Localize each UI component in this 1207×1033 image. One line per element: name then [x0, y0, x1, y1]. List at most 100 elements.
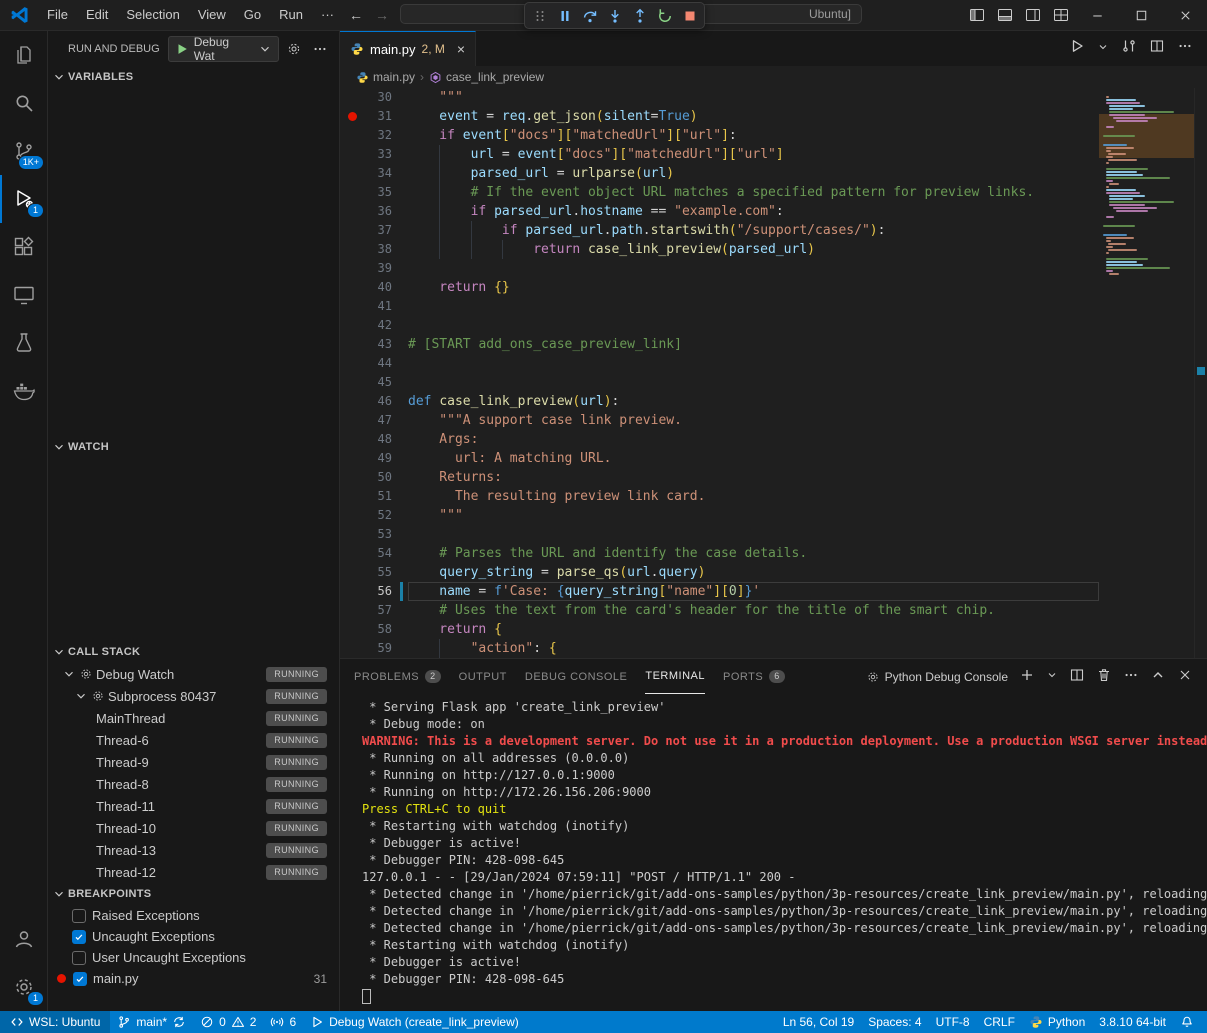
editor-gutter[interactable]: 57 — [340, 601, 408, 620]
editor-gutter[interactable]: 50 — [340, 468, 408, 487]
statusbar-notifications[interactable] — [1173, 1011, 1201, 1033]
editor-gutter[interactable]: 47 — [340, 411, 408, 430]
code-line[interactable]: 34parsed_url = urlparse(url) — [340, 164, 1099, 183]
code-editor[interactable]: 30"""31event = req.get_json(silent=True)… — [340, 88, 1207, 658]
code-line[interactable]: 58return { — [340, 620, 1099, 639]
editor-gutter[interactable]: 45 — [340, 373, 408, 392]
panel-tab-problems[interactable]: PROBLEMS2 — [354, 660, 441, 694]
code-line[interactable]: 43# [START add_ons_case_preview_link] — [340, 335, 1099, 354]
debug-launch-dropdown[interactable]: Debug Wat — [168, 36, 279, 62]
code-line[interactable]: 52""" — [340, 506, 1099, 525]
code-line[interactable]: 51 The resulting preview link card. — [340, 487, 1099, 506]
terminal-profile-dropdown[interactable] — [1046, 669, 1058, 684]
menu-file[interactable]: File — [38, 0, 77, 30]
call-stack-row[interactable]: Thread-9RUNNING — [48, 751, 339, 773]
activity-item-docker[interactable] — [0, 367, 47, 415]
code-line[interactable]: 53 — [340, 525, 1099, 544]
call-stack-row[interactable]: Thread-13RUNNING — [48, 839, 339, 861]
call-stack-row[interactable]: Thread-12RUNNING — [48, 861, 339, 883]
step-out-button[interactable] — [627, 4, 652, 27]
activity-item-source-control[interactable]: 1K+ — [0, 127, 47, 175]
statusbar-eol-sequence[interactable]: CRLF — [977, 1011, 1022, 1033]
step-into-button[interactable] — [602, 4, 627, 27]
code-line[interactable]: 57# Uses the text from the card's header… — [340, 601, 1099, 620]
more-actions-button[interactable] — [1123, 667, 1139, 686]
panel-tab-terminal[interactable]: TERMINAL — [645, 660, 705, 694]
statusbar-git-branch[interactable]: main* — [110, 1011, 193, 1033]
code-line[interactable]: 50Returns: — [340, 468, 1099, 487]
editor-gutter[interactable]: 40 — [340, 278, 408, 297]
statusbar-problems[interactable]: 02 — [193, 1011, 263, 1033]
editor-gutter[interactable]: 33 — [340, 145, 408, 164]
code-line[interactable]: 46def case_link_preview(url): — [340, 392, 1099, 411]
editor-gutter[interactable]: 53 — [340, 525, 408, 544]
code-line[interactable]: 32if event["docs"]["matchedUrl"]["url"]: — [340, 126, 1099, 145]
activity-item-remote-explorer[interactable] — [0, 271, 47, 319]
call-stack-row[interactable]: MainThreadRUNNING — [48, 707, 339, 729]
watch-body[interactable] — [48, 458, 339, 641]
code-line[interactable]: 49 url: A matching URL. — [340, 449, 1099, 468]
editor-gutter[interactable]: 58 — [340, 620, 408, 639]
code-line[interactable]: 54# Parses the URL and identify the case… — [340, 544, 1099, 563]
kill-terminal-button[interactable] — [1096, 667, 1112, 686]
minimize-button[interactable] — [1075, 0, 1119, 30]
run-dropdown[interactable] — [1097, 40, 1109, 58]
call-stack-row[interactable]: Thread-8RUNNING — [48, 773, 339, 795]
code-line[interactable]: 47"""A support case link preview. — [340, 411, 1099, 430]
editor-gutter[interactable]: 46 — [340, 392, 408, 411]
breakpoint-dot-icon[interactable] — [348, 112, 357, 121]
breakpoint-row[interactable]: Raised Exceptions — [48, 905, 339, 926]
section-watch[interactable]: WATCH — [48, 436, 339, 458]
activity-item-explorer[interactable] — [0, 31, 47, 79]
split-terminal-button[interactable] — [1069, 667, 1085, 686]
breadcrumb-item[interactable]: main.py — [356, 70, 415, 84]
code-line[interactable]: 37if parsed_url.path.startswith("/suppor… — [340, 221, 1099, 240]
breakpoint-row[interactable]: Uncaught Exceptions — [48, 926, 339, 947]
tab-main-py[interactable]: main.py 2, M × — [340, 31, 476, 66]
go-back-button[interactable]: ← — [343, 7, 369, 23]
panel-tab-debug-console[interactable]: DEBUG CONSOLE — [525, 660, 627, 694]
terminal-output[interactable]: * Serving Flask app 'create_link_preview… — [340, 694, 1207, 1011]
variables-body[interactable] — [48, 88, 339, 436]
editor-gutter[interactable]: 38 — [340, 240, 408, 259]
editor-gutter[interactable]: 31 — [340, 107, 408, 126]
breakpoint-checkbox[interactable] — [72, 951, 86, 965]
code-line[interactable]: 33url = event["docs"]["matchedUrl"]["url… — [340, 145, 1099, 164]
editor-gutter[interactable]: 35 — [340, 183, 408, 202]
editor-gutter[interactable]: 44 — [340, 354, 408, 373]
editor-gutter[interactable]: 48 — [340, 430, 408, 449]
activity-item-testing[interactable] — [0, 319, 47, 367]
code-line[interactable]: 56name = f'Case: {query_string["name"][0… — [340, 582, 1099, 601]
call-stack-row[interactable]: Thread-6RUNNING — [48, 729, 339, 751]
maximize-panel-button[interactable] — [1150, 667, 1166, 686]
menu-more[interactable]: ··· — [312, 0, 343, 30]
menu-run[interactable]: Run — [270, 0, 312, 30]
breakpoint-row[interactable]: main.py31 — [48, 968, 339, 989]
section-variables[interactable]: VARIABLES — [48, 66, 339, 88]
code-line[interactable]: 40return {} — [340, 278, 1099, 297]
code-line[interactable]: 31event = req.get_json(silent=True) — [340, 107, 1099, 126]
toggle-secondary-sidebar-button[interactable] — [1019, 0, 1047, 30]
code-line[interactable]: 42 — [340, 316, 1099, 335]
activity-item-extensions[interactable] — [0, 223, 47, 271]
editor-gutter[interactable]: 55 — [340, 563, 408, 582]
menu-go[interactable]: Go — [235, 0, 270, 30]
code-line[interactable]: 44 — [340, 354, 1099, 373]
editor-gutter[interactable]: 49 — [340, 449, 408, 468]
split-editor-button[interactable] — [1149, 38, 1165, 59]
code-line[interactable]: 41 — [340, 297, 1099, 316]
code-area[interactable]: 30"""31event = req.get_json(silent=True)… — [340, 88, 1099, 658]
debug-settings-button[interactable] — [283, 38, 305, 60]
go-forward-button[interactable]: → — [369, 7, 395, 23]
start-debugging-icon[interactable] — [175, 42, 189, 56]
customize-layout-button[interactable] — [1047, 0, 1075, 30]
close-button[interactable] — [1163, 0, 1207, 30]
views-more-actions-button[interactable] — [309, 38, 331, 60]
maximize-button[interactable] — [1119, 0, 1163, 30]
code-line[interactable]: 30""" — [340, 88, 1099, 107]
close-tab-button[interactable]: × — [457, 42, 465, 56]
stop-button[interactable] — [677, 4, 702, 27]
code-line[interactable]: 48Args: — [340, 430, 1099, 449]
section-call-stack[interactable]: CALL STACK — [48, 641, 339, 663]
drag-handle-button[interactable] — [527, 4, 552, 27]
